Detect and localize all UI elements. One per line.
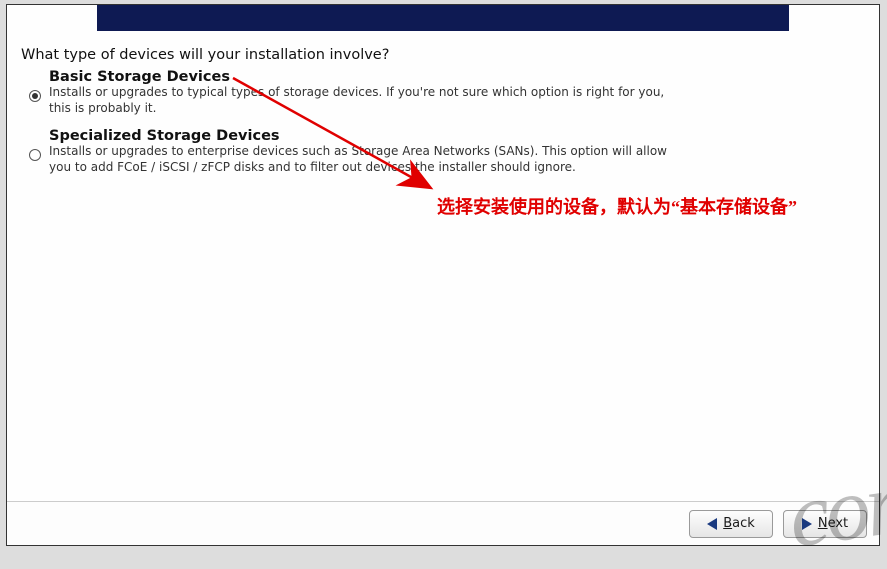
radio-icon[interactable]	[29, 90, 41, 102]
back-button-label: Back	[723, 516, 755, 531]
option-basic-storage[interactable]: Basic Storage Devices Installs or upgrad…	[29, 69, 667, 116]
option-description: Installs or upgrades to typical types of…	[49, 85, 664, 116]
storage-device-options: Basic Storage Devices Installs or upgrad…	[29, 69, 667, 187]
option-specialized-storage[interactable]: Specialized Storage Devices Installs or …	[29, 128, 667, 175]
arrow-right-icon	[802, 518, 812, 530]
next-button[interactable]: Next	[783, 510, 867, 538]
radio-icon[interactable]	[29, 149, 41, 161]
header-banner	[97, 5, 789, 31]
footer-bar: Back Next	[7, 501, 879, 545]
option-description: Installs or upgrades to enterprise devic…	[49, 144, 667, 175]
back-button[interactable]: Back	[689, 510, 773, 538]
option-title: Basic Storage Devices	[49, 69, 664, 85]
arrow-left-icon	[707, 518, 717, 530]
option-title: Specialized Storage Devices	[49, 128, 667, 144]
installer-window: What type of devices will your installat…	[6, 4, 880, 546]
annotation-text: 选择安装使用的设备，默认为“基本存储设备”	[437, 193, 797, 219]
next-button-label: Next	[818, 516, 848, 531]
page-question: What type of devices will your installat…	[21, 47, 389, 63]
